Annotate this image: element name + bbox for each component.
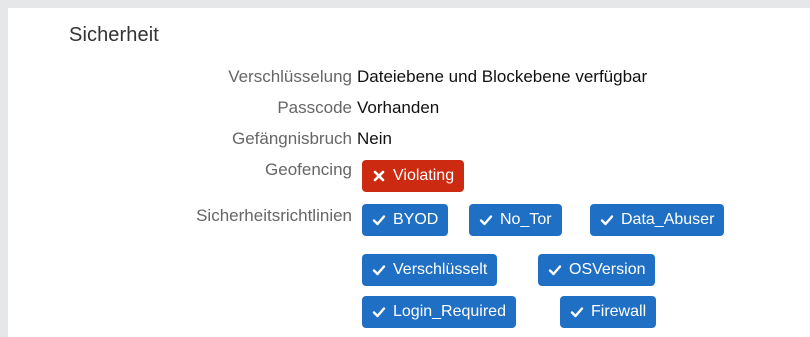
left-divider [0, 8, 8, 337]
geofencing-label: Geofencing [265, 160, 352, 179]
passcode-row: Passcode Vorhanden [8, 98, 810, 122]
security-panel: Sicherheit Verschlüsselung Dateiebene un… [8, 8, 810, 337]
encryption-row: Verschlüsselung Dateiebene und Blockeben… [8, 67, 810, 91]
policy-badge-label: Data_Abuser [621, 211, 715, 228]
check-icon [479, 213, 493, 227]
policies-label: Sicherheitsrichtlinien [196, 206, 352, 225]
policy-badge: BYOD [362, 204, 449, 236]
policy-badge-label: Verschlüsselt [393, 261, 488, 278]
geofencing-badge: Violating [362, 160, 465, 192]
jailbreak-row: Gefängnisbruch Nein [8, 129, 810, 153]
check-icon [372, 213, 386, 227]
section-title: Sicherheit [69, 24, 159, 46]
policy-badge: Data_Abuser [590, 204, 725, 236]
policy-badge: No_Tor [469, 204, 562, 236]
policy-badge-label: Firewall [591, 303, 647, 320]
check-icon [372, 305, 386, 319]
passcode-value: Vorhanden [357, 98, 440, 117]
passcode-label: Passcode [277, 98, 352, 117]
policy-badge-label: OSVersion [569, 261, 646, 278]
geofencing-badge-label: Violating [393, 167, 455, 184]
policy-badge-label: BYOD [393, 211, 439, 228]
top-divider [0, 0, 810, 8]
x-icon [372, 169, 386, 183]
jailbreak-label: Gefängnisbruch [231, 129, 352, 148]
encryption-label: Verschlüsselung [228, 67, 352, 86]
check-icon [600, 213, 614, 227]
check-icon [570, 305, 584, 319]
jailbreak-value: Nein [357, 129, 392, 148]
policy-badge: Verschlüsselt [362, 254, 498, 286]
check-icon [372, 263, 386, 277]
policy-badge: OSVersion [538, 254, 656, 286]
policy-badge-label: Login_Required [393, 303, 506, 320]
check-icon [548, 263, 562, 277]
policy-badge: Login_Required [362, 296, 516, 328]
policy-badge: Firewall [560, 296, 657, 328]
policy-badge-label: No_Tor [500, 211, 552, 228]
encryption-value: Dateiebene und Blockebene verfügbar [357, 67, 648, 86]
